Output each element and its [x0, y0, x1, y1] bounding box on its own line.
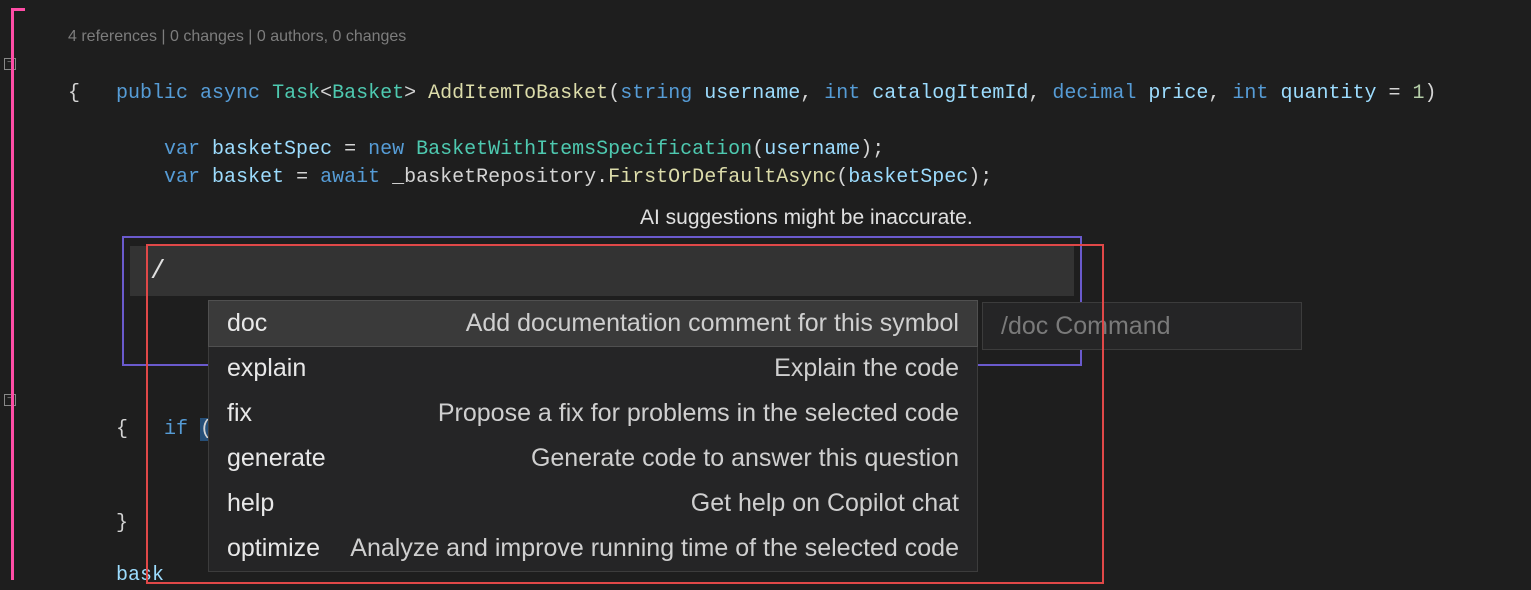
code-line-signature[interactable]: public async Task<Basket> AddItemToBaske…: [68, 52, 1437, 80]
suggestion-optimize[interactable]: optimize Analyze and improve running time…: [209, 526, 977, 571]
code-line-basketspec[interactable]: var basketSpec = new BasketWithItemsSpec…: [116, 108, 884, 136]
suggestion-description: Generate code to answer this question: [531, 444, 959, 473]
suggestion-command-label: help: [227, 489, 274, 518]
inline-chat-text: /: [150, 256, 166, 286]
suggestion-command-label: doc: [227, 309, 267, 338]
code-line-if[interactable]: if (: [116, 388, 212, 472]
inline-chat-input[interactable]: /: [130, 246, 1074, 296]
ai-disclaimer: AI suggestions might be inaccurate.: [640, 206, 973, 230]
code-line-basket[interactable]: var basket = await _basketRepository.Fir…: [116, 136, 992, 164]
suggestion-description: Analyze and improve running time of the …: [350, 534, 959, 563]
code-line-brace[interactable]: {: [68, 80, 80, 108]
suggestion-command-label: generate: [227, 444, 326, 473]
suggestion-command-label: explain: [227, 354, 306, 383]
suggestion-doc[interactable]: doc Add documentation comment for this sy…: [209, 301, 977, 346]
suggestion-help[interactable]: help Get help on Copilot chat: [209, 481, 977, 526]
suggestion-fix[interactable]: fix Propose a fix for problems in the sel…: [209, 391, 977, 436]
suggestion-description: Get help on Copilot chat: [691, 489, 959, 518]
code-line-brace-open[interactable]: {: [116, 416, 128, 444]
suggestion-command-label: fix: [227, 399, 252, 428]
suggestion-description: Propose a fix for problems in the select…: [438, 399, 959, 428]
suggestion-description: Add documentation comment for this symbo…: [466, 309, 959, 338]
command-tooltip: /doc Command: [982, 302, 1302, 350]
suggestion-explain[interactable]: explain Explain the code: [209, 346, 977, 391]
suggestion-command-label: optimize: [227, 534, 320, 563]
suggestion-generate[interactable]: generate Generate code to answer this que…: [209, 436, 977, 481]
code-line-brace-close[interactable]: }: [116, 510, 128, 538]
suggestion-description: Explain the code: [774, 354, 959, 383]
command-suggestions: doc Add documentation comment for this sy…: [208, 300, 978, 572]
scope-bracket: [11, 8, 25, 580]
codelens-info[interactable]: 4 references | 0 changes | 0 authors, 0 …: [68, 28, 406, 46]
